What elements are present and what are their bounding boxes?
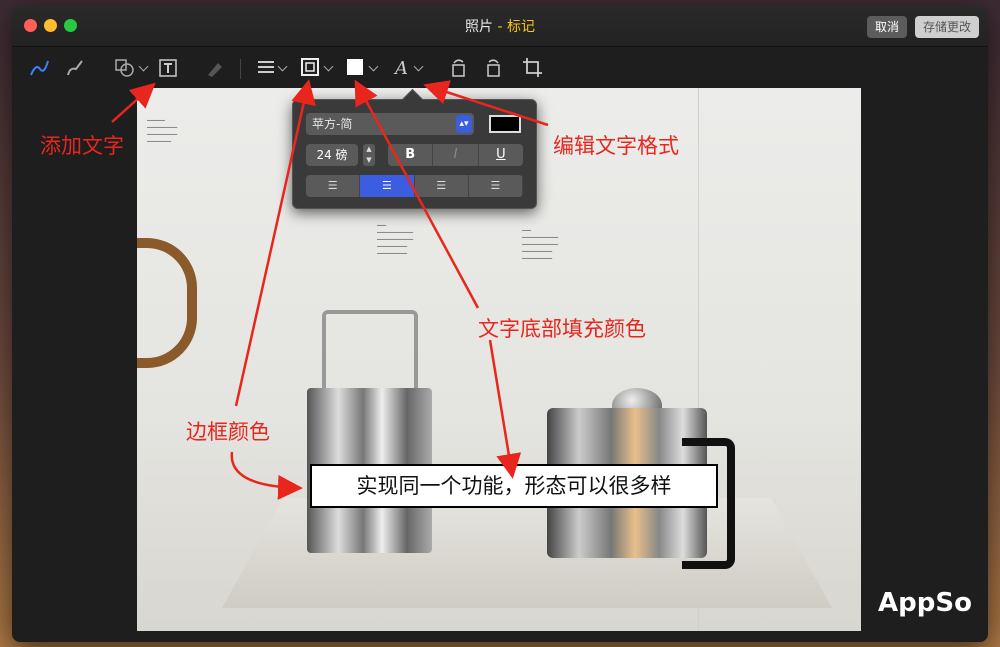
italic-button[interactable]: I xyxy=(433,144,479,166)
exhibit-plaque: ━━━ ━━━━━━━━━━━━ ━━━━━━━━━━━━ ━━━━━━━━━━ ━━━… xyxy=(377,223,414,257)
alignment-group: ☰ ☰ ☰ ☰ xyxy=(306,175,523,197)
align-left-icon[interactable]: ☰ xyxy=(306,175,361,197)
canvas-text-box[interactable]: 实现同一个功能，形态可以很多样 xyxy=(310,464,718,508)
chevron-down-icon[interactable] xyxy=(277,61,288,72)
title-bar: 照片 - 标记 取消 存储更改 xyxy=(12,6,988,47)
teapot-left-partial xyxy=(137,238,197,368)
exhibit-plaque: ━━━ ━━━━━━━━━━━━ ━━━━━━━━━━━━ ━━━━━━━━━━ ━━━… xyxy=(522,228,559,262)
text-color-swatch[interactable] xyxy=(489,115,521,133)
crop-icon[interactable] xyxy=(522,57,544,79)
bold-button[interactable]: B xyxy=(388,144,434,166)
appso-watermark: AppSo xyxy=(878,588,972,618)
cancel-button[interactable]: 取消 xyxy=(867,16,908,38)
border-color-icon[interactable] xyxy=(300,57,322,79)
text-style-group: B I U xyxy=(388,144,523,166)
rotate-left-icon[interactable] xyxy=(448,57,470,79)
align-justify-icon[interactable]: ☰ xyxy=(469,175,523,197)
font-size-stepper[interactable]: ▲ ▼ xyxy=(363,144,375,166)
draw-icon[interactable] xyxy=(64,57,86,79)
chevron-down-icon[interactable] xyxy=(368,61,379,72)
shapes-icon[interactable] xyxy=(114,57,136,79)
align-center-icon[interactable]: ☰ xyxy=(360,175,415,197)
text-style-popover: 苹方-简 ▴▾ 24 磅 ▲ ▼ B I U ☰ ☰ ☰ ☰ xyxy=(292,99,537,209)
chevron-down-icon[interactable] xyxy=(413,61,424,72)
font-size-field[interactable]: 24 磅 xyxy=(306,144,358,166)
exhibit-plaque: ━━━━━━ ━━━━━━━━━━ ━━━━━━━━━━ ━━━━━━━━ xyxy=(147,118,178,145)
annotation-border-color: 边框颜色 xyxy=(186,420,270,444)
updown-icon: ▴▾ xyxy=(456,115,472,133)
rotate-right-icon[interactable] xyxy=(484,57,506,79)
text-style-icon[interactable]: A xyxy=(392,57,414,79)
underline-button[interactable]: U xyxy=(479,144,523,166)
line-style-icon[interactable] xyxy=(256,57,278,79)
annotation-add-text: 添加文字 xyxy=(40,134,124,158)
highlight-icon[interactable] xyxy=(204,57,226,79)
fill-color-icon[interactable] xyxy=(346,57,368,79)
save-changes-button[interactable]: 存储更改 xyxy=(915,16,980,38)
markup-mode-label: 标记 xyxy=(506,19,535,35)
markup-toolbar: A xyxy=(12,47,988,87)
window-title: 照片 - 标记 xyxy=(465,19,535,35)
toolbar-separator xyxy=(240,59,241,79)
align-right-icon[interactable]: ☰ xyxy=(415,175,469,197)
sketch-icon[interactable] xyxy=(28,57,50,79)
svg-text:A: A xyxy=(393,58,408,79)
text-icon[interactable] xyxy=(158,57,180,79)
annotation-fill-color: 文字底部填充颜色 xyxy=(478,317,646,341)
chevron-down-icon[interactable] xyxy=(138,61,149,72)
chevron-down-icon[interactable] xyxy=(323,61,334,72)
annotation-edit-format: 编辑文字格式 xyxy=(553,134,679,158)
font-family-select[interactable]: 苹方-简 ▴▾ xyxy=(306,113,474,135)
